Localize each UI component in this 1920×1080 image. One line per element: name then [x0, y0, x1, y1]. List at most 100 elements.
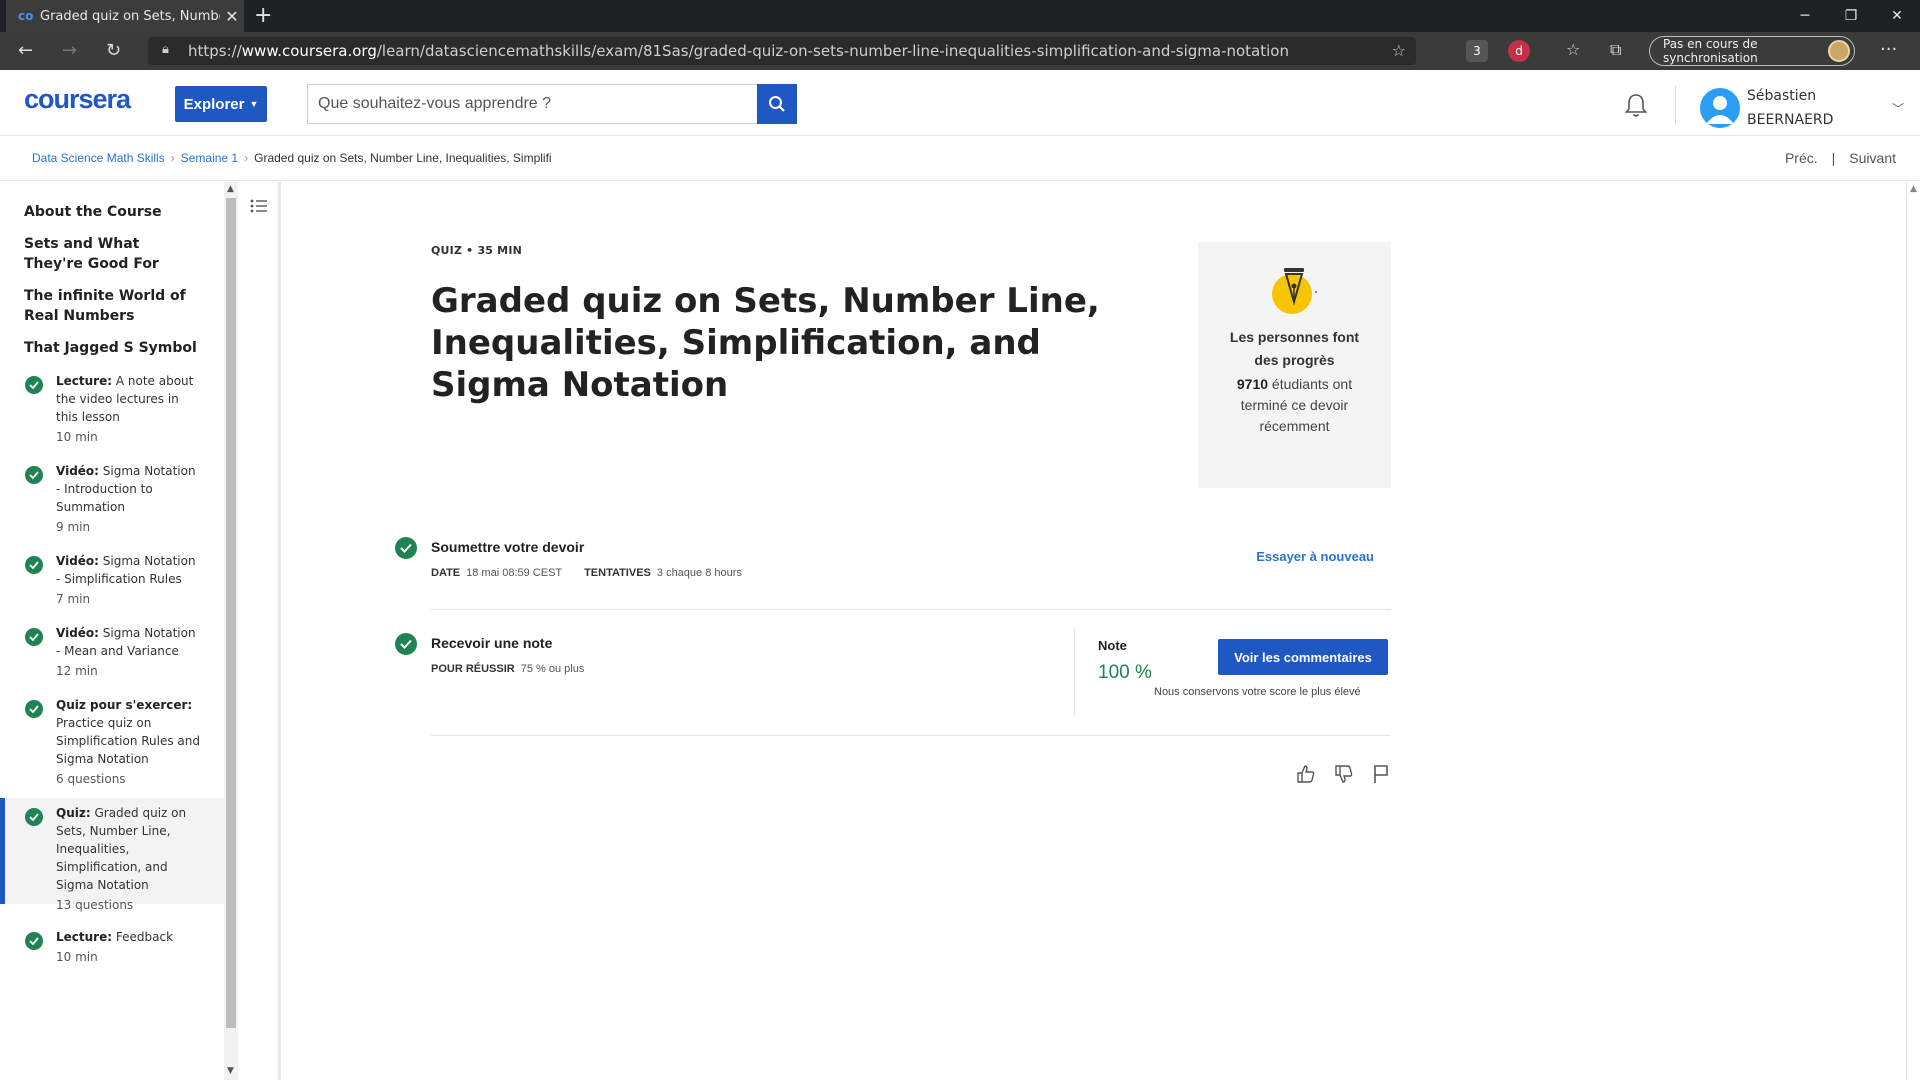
sidebar-item-meta: 10 min	[56, 430, 98, 444]
extension-red-icon[interactable]: d	[1508, 40, 1530, 62]
scroll-up-icon[interactable]: ▲	[227, 184, 234, 194]
sidebar-section-real-numbers[interactable]: The infinite World of Real Numbers	[24, 286, 194, 326]
favorites-icon[interactable]: ☆	[1566, 40, 1580, 59]
progress-card-body: 9710 étudiants ont terminé ce devoir réc…	[1198, 374, 1391, 437]
sidebar-section-sets[interactable]: Sets and What They're Good For	[24, 234, 194, 274]
submit-title: Soumettre votre devoir	[431, 539, 585, 555]
next-link[interactable]: Suivant	[1849, 150, 1896, 166]
thumbs-down-icon[interactable]	[1334, 764, 1354, 788]
breadcrumb-bar: Data Science Math Skills › Semaine 1 › G…	[0, 137, 1920, 181]
user-icon[interactable]	[1700, 88, 1740, 128]
more-icon[interactable]: ···	[1880, 39, 1897, 60]
sidebar-scroll-thumb[interactable]	[226, 198, 236, 1028]
flag-icon[interactable]	[1372, 764, 1390, 788]
breadcrumb-current: Graded quiz on Sets, Number Line, Inequa…	[254, 151, 552, 165]
pass-label: POUR RÉUSSIR	[431, 663, 515, 675]
sidebar-section-sigma[interactable]: That Jagged S Symbol	[24, 338, 197, 358]
chevron-down-icon[interactable]: ﹀	[1892, 100, 1904, 117]
course-sidebar: About the Course Sets and What They're G…	[0, 182, 238, 1080]
close-tab-icon[interactable]: ✕	[220, 7, 244, 26]
sidebar-item-type: Vidéo:	[56, 626, 99, 640]
address-bar[interactable]: 🔒︎ https://www.coursera.org/learn/datasc…	[148, 37, 1416, 65]
sidebar-item-type: Quiz pour s'exercer:	[56, 698, 193, 712]
reload-icon[interactable]: ↻	[106, 40, 121, 61]
attempts-label: TENTATIVES	[584, 567, 651, 579]
sidebar-item[interactable]: Lecture: A note about the video lectures…	[0, 372, 224, 454]
sidebar-item-type: Vidéo:	[56, 464, 99, 478]
page-title: Graded quiz on Sets, Number Line, Inequa…	[431, 281, 1100, 405]
check-icon	[25, 808, 43, 826]
pass-value: 75 % ou plus	[520, 663, 585, 675]
page-scrollbar[interactable]: ▲	[1906, 182, 1920, 1080]
user-menu[interactable]: Sébastien BEERNAERD	[1747, 84, 1833, 132]
collections-icon[interactable]: ⧉	[1610, 40, 1621, 60]
grade-title: Recevoir une note	[431, 635, 553, 651]
coursera-logo[interactable]: coursera	[24, 84, 131, 115]
search-icon	[769, 96, 785, 112]
sidebar-item-active[interactable]: Quiz: Graded quiz on Sets, Number Line, …	[0, 798, 224, 912]
forward-icon[interactable]: →	[62, 40, 77, 61]
prev-link[interactable]: Préc.	[1785, 150, 1818, 166]
retry-link[interactable]: Essayer à nouveau	[1256, 549, 1374, 564]
new-tab-icon[interactable]: +	[254, 3, 272, 28]
sidebar-item[interactable]: Vidéo: Sigma Notation - Introduction to …	[0, 462, 224, 534]
progress-card: Les personnes font des progrès 9710 étud…	[1198, 242, 1391, 488]
restore-icon[interactable]: ❐	[1828, 0, 1874, 32]
scroll-up-icon[interactable]: ▲	[1910, 184, 1917, 194]
profile-avatar	[1828, 40, 1850, 62]
check-icon	[25, 556, 43, 574]
breadcrumb-course[interactable]: Data Science Math Skills	[32, 151, 165, 165]
bell-icon[interactable]	[1624, 92, 1648, 122]
toc-strip	[240, 182, 280, 1080]
sidebar-section-about[interactable]: About the Course	[24, 202, 162, 222]
user-first-name: Sébastien	[1747, 88, 1817, 104]
url-host: www.coursera.org	[241, 42, 377, 60]
thumbs-up-icon[interactable]	[1296, 764, 1316, 788]
sidebar-item-meta: 13 questions	[56, 898, 134, 912]
star-icon[interactable]: ☆	[1392, 41, 1406, 60]
sidebar-item-meta: 10 min	[56, 950, 98, 964]
browser-toolbar: ← → ↻ 🔒︎ https://www.coursera.org/learn/…	[0, 32, 1920, 70]
breadcrumb-week[interactable]: Semaine 1	[181, 151, 238, 165]
pen-nib-icon	[1270, 264, 1320, 321]
scroll-down-icon[interactable]: ▼	[227, 1066, 234, 1076]
check-icon	[395, 537, 417, 559]
browser-tab[interactable]: co Graded quiz on Sets, Number Lin ✕	[6, 0, 244, 32]
check-icon	[395, 633, 417, 655]
tab-title: Graded quiz on Sets, Number Lin	[40, 8, 220, 24]
sidebar-item[interactable]: Lecture: Feedback 10 min	[0, 928, 224, 968]
search-input[interactable]: Que souhaitez-vous apprendre ?	[307, 84, 758, 124]
sidebar-scrollbar[interactable]: ▲ ▼	[224, 182, 238, 1080]
divider	[431, 735, 1391, 736]
explore-button[interactable]: Explorer ▼	[175, 86, 267, 122]
list-icon[interactable]	[250, 198, 268, 218]
view-feedback-button[interactable]: Voir les commentaires	[1218, 639, 1388, 675]
extension-icon[interactable]: 3	[1466, 40, 1488, 62]
search-button[interactable]	[757, 84, 797, 124]
minimize-icon[interactable]: ─	[1782, 0, 1828, 32]
sidebar-item-label: Feedback	[115, 930, 174, 944]
check-icon	[25, 466, 43, 484]
sidebar-item[interactable]: Vidéo: Sigma Notation - Mean and Varianc…	[0, 624, 224, 680]
vertical-divider	[1074, 627, 1075, 717]
site-header: coursera Explorer ▼ Que souhaitez-vous a…	[0, 70, 1920, 136]
note-value: 100 %	[1098, 662, 1152, 683]
url-path: /learn/datasciencemathskills/exam/81Sas/…	[376, 42, 1289, 60]
user-last-name: BEERNAERD	[1747, 112, 1834, 128]
check-icon	[25, 932, 43, 950]
sidebar-item-type: Vidéo:	[56, 554, 99, 568]
date-label: DATE	[431, 567, 461, 579]
chevron-right-icon: ›	[170, 151, 175, 165]
quiz-kicker: QUIZ • 35 MIN	[431, 244, 523, 257]
note-label: Note	[1098, 638, 1127, 653]
sidebar-item[interactable]: Quiz pour s'exercer: Practice quiz on Si…	[0, 696, 224, 786]
attempts-value: 3 chaque 8 hours	[656, 567, 742, 579]
divider	[431, 609, 1391, 610]
sync-button[interactable]: Pas en cours de synchronisation	[1649, 36, 1855, 66]
close-window-icon[interactable]: ✕	[1874, 0, 1920, 32]
extension-badge: 3	[1473, 44, 1481, 58]
back-icon[interactable]: ←	[18, 40, 33, 61]
sidebar-item-meta: 12 min	[56, 664, 98, 678]
sidebar-item-type: Quiz:	[56, 806, 91, 820]
sidebar-item[interactable]: Vidéo: Sigma Notation - Simplification R…	[0, 552, 224, 608]
